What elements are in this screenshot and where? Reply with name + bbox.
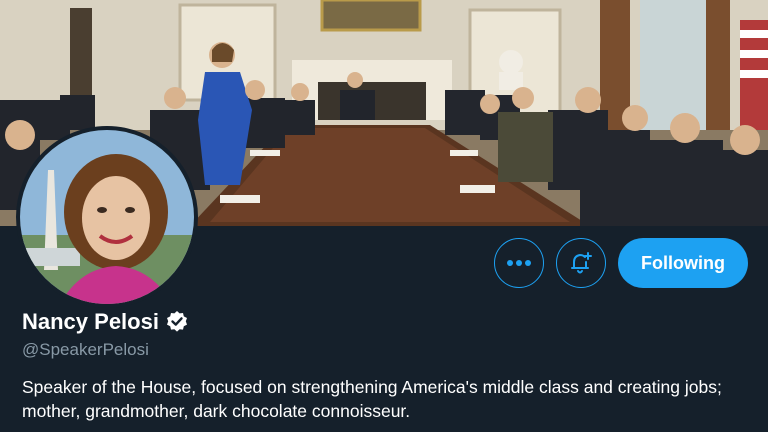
more-options-button[interactable] (494, 238, 544, 288)
display-name: Nancy Pelosi (22, 309, 159, 334)
profile-name-row: Nancy Pelosi (22, 309, 189, 335)
verified-badge-icon (166, 311, 187, 332)
profile-bio: Speaker of the House, focused on strengt… (22, 377, 722, 421)
profile-avatar[interactable] (16, 126, 198, 308)
following-button[interactable]: Following (618, 238, 748, 288)
notifications-button[interactable] (556, 238, 606, 288)
profile-actions: Following (494, 238, 748, 288)
avatar-photo (20, 130, 194, 304)
profile-handle: @SpeakerPelosi (22, 340, 149, 359)
more-horizontal-icon (507, 260, 531, 266)
bell-plus-icon (571, 252, 592, 274)
